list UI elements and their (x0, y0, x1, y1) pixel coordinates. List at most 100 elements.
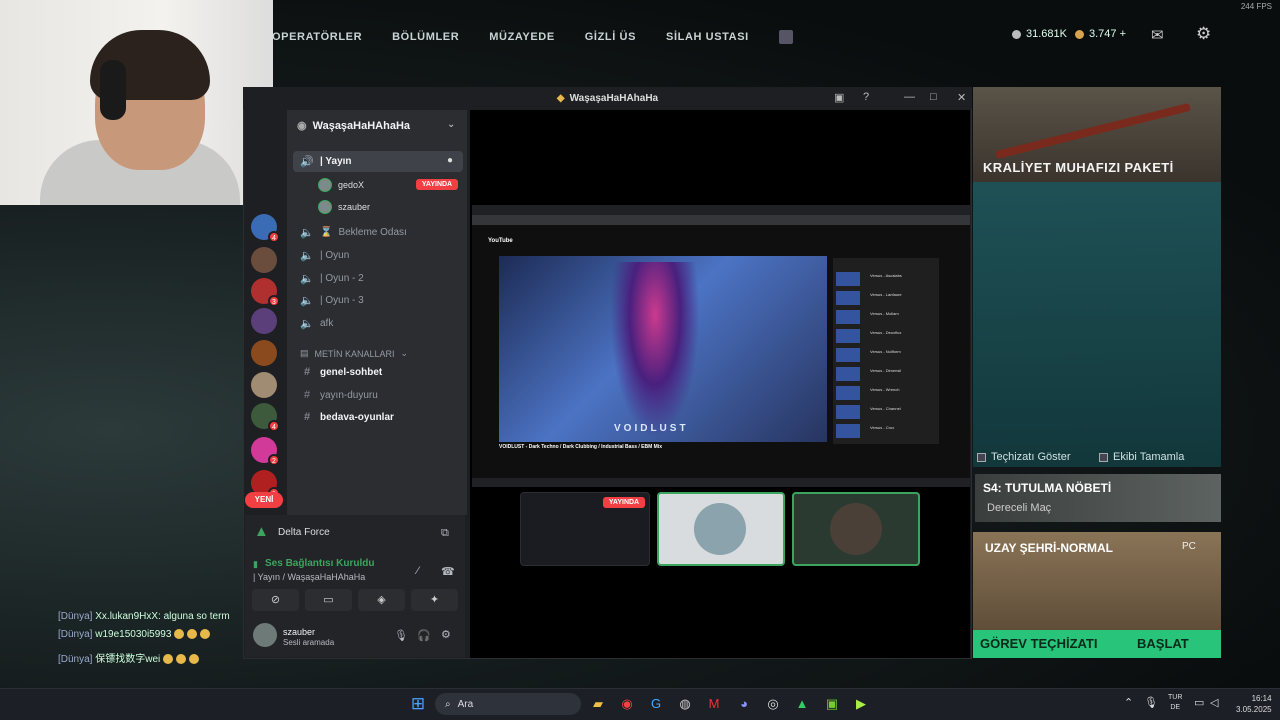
voice-user[interactable]: szauber (318, 200, 370, 214)
nvidia-icon[interactable]: ▣ (822, 694, 842, 714)
voice-channel-path: | Yayın / WaşaşaHaHAhaHa (253, 572, 366, 582)
server-list: 4 3 4 2 1 (243, 209, 285, 509)
speaker-icon: 🔈 (300, 227, 314, 239)
server-icon[interactable]: 4 (251, 403, 280, 432)
activity-button[interactable]: ◈ (358, 589, 405, 611)
currency-2[interactable]: 3.747 + (1075, 28, 1126, 40)
document-icon: ▤ (300, 348, 309, 358)
noise-suppression-icon[interactable]: ⁄ (417, 565, 419, 577)
fill-team-toggle[interactable]: Ekibi Tamamla (1099, 451, 1184, 463)
camera-off-button[interactable]: ⊘ (252, 589, 299, 611)
delta-force-icon[interactable]: ▲ (792, 694, 812, 714)
screen-share-button[interactable]: ▭ (305, 589, 352, 611)
folder-icon[interactable]: ▰ (588, 694, 608, 714)
help-icon[interactable]: ? (863, 91, 869, 103)
text-channel-genel[interactable]: # genel-sohbet (300, 366, 382, 378)
playlist-item: Versus - Wrench (836, 386, 936, 402)
chat-line: [Dünya] 保镖找数字wei (58, 650, 200, 665)
clock[interactable]: 16:14 3.05.2025 (1236, 693, 1272, 715)
video-title: VOIDLUST - Dark Techno / Dark Clubbing /… (499, 444, 662, 450)
headphones-icon[interactable]: 🎧 (417, 629, 431, 642)
avatar[interactable] (253, 623, 277, 647)
show-gear-toggle[interactable]: Teçhizatı Göster (977, 451, 1070, 463)
discord-icon[interactable]: ◕ (734, 694, 754, 714)
gear-icon[interactable]: ⚙ (1196, 24, 1211, 44)
voice-user[interactable]: gedoX (318, 178, 364, 192)
server-icon[interactable]: 4 (251, 214, 280, 243)
maximize-icon[interactable]: □ (930, 91, 937, 103)
nav-gunsmith[interactable]: SİLAH USTASI (666, 31, 749, 43)
mission-gear-button[interactable]: GÖREV TEÇHİZATI (980, 636, 1097, 651)
chrome-icon[interactable]: ◉ (617, 694, 637, 714)
taskbar-search[interactable]: ⌕ Ara (435, 693, 581, 715)
microphone-icon[interactable]: 🎙 (1144, 696, 1158, 709)
app-icon[interactable]: M (704, 694, 724, 714)
server-icon[interactable] (251, 372, 277, 398)
text-channel-duyuru[interactable]: # yayın-duyuru (300, 389, 378, 401)
language-indicator[interactable]: TUR DE (1168, 693, 1182, 713)
rifle-image (995, 102, 1191, 160)
headphones (100, 60, 126, 120)
avatar (318, 200, 332, 214)
server-icon[interactable] (251, 247, 277, 273)
server-icon[interactable]: 3 (251, 278, 280, 307)
checkbox-icon (977, 452, 986, 462)
video-overlay-text: VOIDLUST (614, 423, 689, 434)
volume-icon[interactable]: ◁ (1210, 696, 1218, 709)
chevron-down-icon: ⌄ (400, 348, 409, 358)
youtube-logo: YouTube (488, 238, 513, 244)
chevron-down-icon[interactable]: ⌄ (447, 119, 455, 130)
voice-status[interactable]: Ses Bağlantısı Kuruldu (265, 558, 374, 569)
app-g-icon[interactable]: G (646, 694, 666, 714)
hash-icon: # (303, 389, 311, 401)
soundboard-button[interactable]: ✦ (411, 589, 458, 611)
speaker-icon: 🔈 (300, 273, 314, 285)
app-icon[interactable]: ▶ (851, 694, 871, 714)
mail-icon[interactable]: ✉ (1151, 26, 1164, 44)
voice-channel-oyun-2[interactable]: 🔈 | Oyun - 2 (300, 272, 364, 285)
browser-tabs (472, 205, 970, 215)
nav-operators[interactable]: OPERATÖRLER (272, 31, 362, 43)
currency-1: 31.681K (1012, 28, 1067, 40)
windows-start-icon[interactable]: ⊞ (408, 694, 428, 714)
user-name: szauber (283, 627, 316, 637)
playlist-item: Versus - Mollam (836, 310, 936, 326)
chat-bubble-icon[interactable]: ● (447, 155, 453, 166)
nav-auction[interactable]: MÜZAYEDE (489, 31, 555, 43)
start-button[interactable]: BAŞLAT (1137, 636, 1189, 651)
speaker-icon: 🔊 (300, 156, 314, 168)
inbox-icon[interactable]: ▣ (834, 91, 844, 104)
category-text-channels[interactable]: ▤ METİN KANALLARI ⌄ (300, 348, 408, 359)
minimize-icon[interactable]: — (904, 91, 915, 103)
voice-channel-bekleme[interactable]: 🔈 ⌛ Bekleme Odası (300, 226, 407, 239)
microphone-icon[interactable]: 🎙 (394, 629, 408, 642)
voice-channel-oyun[interactable]: 🔈 | Oyun (300, 249, 349, 262)
disconnect-icon[interactable]: ☎ (441, 565, 455, 578)
browser-url-bar (472, 215, 970, 225)
tray-chevron-icon[interactable]: ⌃ (1124, 696, 1133, 709)
playlist-item: Versus - Ascalabs (836, 272, 936, 288)
new-badge[interactable]: YENİ (245, 492, 283, 508)
voice-channel-yayin[interactable]: 🔊 | Yayın (300, 155, 351, 168)
network-icon[interactable]: ▭ (1194, 696, 1204, 709)
steam-icon[interactable]: ◍ (675, 694, 695, 714)
playlist-panel: Versus - Ascalabs Versus - Lanfaure Vers… (833, 258, 939, 444)
app-icon[interactable]: ◎ (763, 694, 783, 714)
voice-channel-oyun-3[interactable]: 🔈 | Oyun - 3 (300, 294, 364, 307)
nav-sections[interactable]: BÖLÜMLER (392, 31, 459, 43)
screen-share-icon[interactable]: ⧉ (441, 527, 449, 540)
server-name[interactable]: ◉ WaşaşaHaHAhaHa (297, 119, 410, 132)
nav-hidden-base[interactable]: GİZLİ ÜS (585, 31, 636, 43)
text-channel-bedava[interactable]: # bedava-oyunlar (300, 411, 394, 423)
webcam-overlay (0, 0, 273, 205)
close-icon[interactable]: ✕ (957, 91, 966, 104)
server-icon[interactable] (251, 340, 277, 366)
playlist-item: Versus - Crux (836, 424, 936, 440)
operator-panel (973, 182, 1221, 467)
server-icon[interactable]: 2 (251, 437, 280, 466)
nav-extra-icon[interactable] (778, 30, 793, 44)
server-icon[interactable] (251, 308, 277, 334)
youtube-header (472, 236, 970, 248)
voice-channel-afk[interactable]: 🔈 afk (300, 317, 333, 330)
gear-icon[interactable]: ⚙ (441, 628, 451, 641)
